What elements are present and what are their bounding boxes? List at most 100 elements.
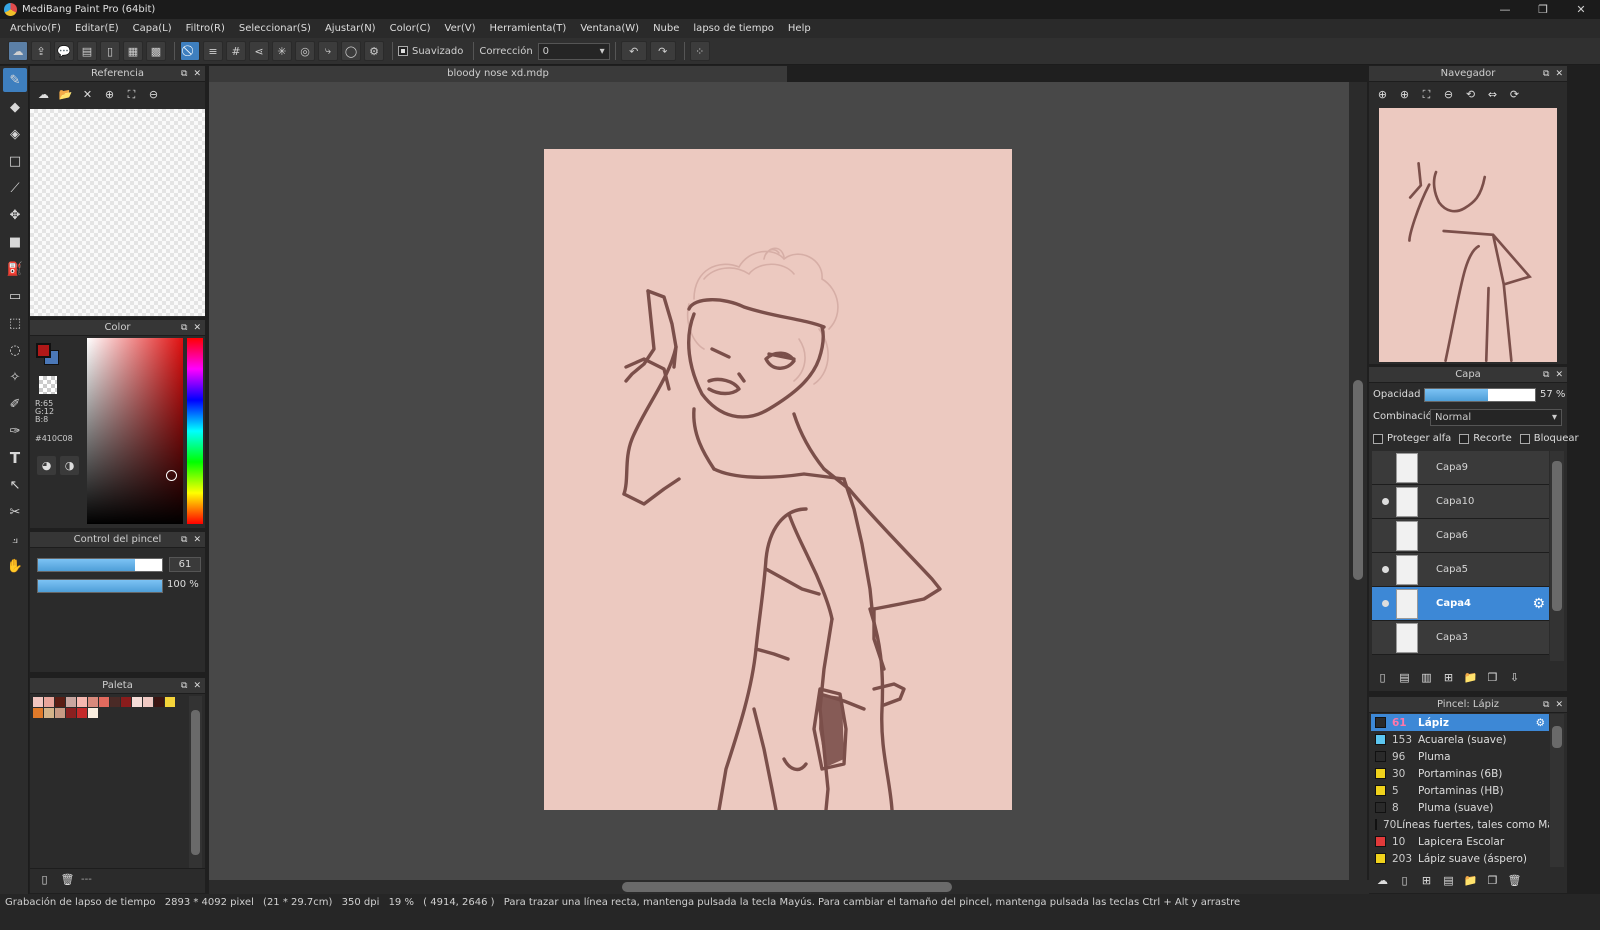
- palette-swatch[interactable]: [143, 697, 153, 707]
- magic-wand-tool-icon[interactable]: ✧: [3, 365, 27, 389]
- saturation-value-picker[interactable]: [87, 338, 183, 524]
- add-brush-menu-icon[interactable]: ⊞: [1417, 871, 1436, 890]
- delete-brush-icon[interactable]: 🗑: [1505, 871, 1524, 890]
- menu-herramienta[interactable]: Herramienta(T): [482, 23, 573, 34]
- brush-row[interactable]: 153 Acuarela (suave): [1371, 731, 1549, 748]
- folder-open-icon[interactable]: 📂: [56, 85, 75, 104]
- cloud-brush-icon[interactable]: ☁: [1373, 871, 1392, 890]
- canvas-vertical-scrollbar[interactable]: [1349, 82, 1367, 880]
- menu-color[interactable]: Color(C): [383, 23, 438, 34]
- palette-swatch[interactable]: [132, 697, 142, 707]
- horizontal-scroll-thumb[interactable]: [622, 882, 952, 892]
- undock-icon[interactable]: ⧉: [1543, 700, 1549, 710]
- close-panel-icon[interactable]: ✕: [1555, 370, 1563, 380]
- palette-swatch[interactable]: [77, 697, 87, 707]
- palette-scrollbar[interactable]: [189, 696, 202, 868]
- maximize-button[interactable]: ❐: [1524, 0, 1562, 19]
- text-tool-icon[interactable]: T: [3, 446, 27, 470]
- menu-help[interactable]: Help: [781, 23, 818, 34]
- layer-row[interactable]: Capa6: [1372, 519, 1549, 553]
- brush-row[interactable]: 203 Lápiz suave (áspero): [1371, 850, 1549, 867]
- undock-icon[interactable]: ⧉: [181, 535, 187, 545]
- bucket-tool-icon[interactable]: ⛽: [3, 257, 27, 281]
- frame-icon[interactable]: ▦: [123, 41, 143, 61]
- undock-icon[interactable]: ⧉: [1543, 69, 1549, 79]
- close-icon[interactable]: ✕: [78, 85, 97, 104]
- brush-tool-icon[interactable]: ✎: [3, 68, 27, 92]
- palette-swatch[interactable]: [55, 708, 65, 718]
- layer-row[interactable]: Capa3: [1372, 621, 1549, 655]
- cross-snap-icon[interactable]: #: [226, 41, 246, 61]
- palette-swatch[interactable]: [99, 697, 109, 707]
- flip-icon[interactable]: ⇔: [1483, 85, 1502, 104]
- hand-tool-icon[interactable]: ✋: [3, 554, 27, 578]
- visibility-toggle[interactable]: [1378, 563, 1392, 577]
- cloud-upload-icon[interactable]: ☁: [34, 85, 53, 104]
- undo-icon[interactable]: ↶: [620, 41, 647, 61]
- eraser-tool-icon[interactable]: ◆: [3, 95, 27, 119]
- visibility-toggle[interactable]: [1378, 631, 1392, 645]
- fit-icon[interactable]: ⛶: [1417, 85, 1436, 104]
- grid-toggle-icon[interactable]: ▩: [146, 41, 166, 61]
- ellipse-snap-icon[interactable]: ◯: [341, 41, 361, 61]
- zoom-in-icon[interactable]: ⊕: [1395, 85, 1414, 104]
- brush-row[interactable]: 8 Pluma (suave): [1371, 799, 1549, 816]
- layer-scrollbar[interactable]: [1550, 451, 1564, 661]
- vertical-scroll-thumb[interactable]: [1353, 380, 1363, 580]
- artboard[interactable]: [544, 149, 1012, 812]
- blur-tool-icon[interactable]: ◈: [3, 122, 27, 146]
- menu-nube[interactable]: Nube: [646, 23, 686, 34]
- palette-swatch[interactable]: [88, 697, 98, 707]
- brush-row[interactable]: 5 Portaminas (HB): [1371, 782, 1549, 799]
- snap-settings-icon[interactable]: ⚙: [364, 41, 384, 61]
- rotate-left-icon[interactable]: ⟲: [1461, 85, 1480, 104]
- snap-off-icon[interactable]: ⃠: [180, 41, 200, 61]
- protect-alpha-checkbox[interactable]: [1373, 433, 1383, 444]
- undock-icon[interactable]: ⧉: [181, 681, 187, 691]
- foreground-color-swatch[interactable]: [36, 343, 51, 358]
- transparent-color-swatch[interactable]: [39, 376, 57, 394]
- brush-row[interactable]: 61 Lápiz ⚙: [1371, 714, 1549, 731]
- palette-swatch[interactable]: [44, 708, 54, 718]
- select-tool-icon[interactable]: ⬚: [3, 311, 27, 335]
- palette-swatch[interactable]: [154, 697, 164, 707]
- zoom-out-icon[interactable]: ⊖: [1439, 85, 1458, 104]
- visibility-toggle[interactable]: [1378, 529, 1392, 543]
- brush-folder-icon[interactable]: 📁: [1461, 871, 1480, 890]
- correction-select[interactable]: 0 ▾: [537, 42, 610, 60]
- layer-settings-gear-icon[interactable]: ⚙: [1532, 596, 1545, 612]
- close-panel-icon[interactable]: ✕: [1555, 69, 1563, 79]
- palette-swatch[interactable]: [66, 697, 76, 707]
- circle-snap-icon[interactable]: ◎: [295, 41, 315, 61]
- new-brush-icon[interactable]: ▯: [1395, 871, 1414, 890]
- menu-archivo[interactable]: Archivo(F): [3, 23, 68, 34]
- deselect-icon[interactable]: ⁘: [689, 41, 710, 61]
- canvas-area[interactable]: [209, 82, 1349, 880]
- menu-filtro[interactable]: Filtro(R): [179, 23, 232, 34]
- select-eraser-tool-icon[interactable]: ✑: [3, 419, 27, 443]
- layer-panel-icon[interactable]: ▤: [77, 41, 97, 61]
- menu-ventana[interactable]: Ventana(W): [573, 23, 646, 34]
- document-icon[interactable]: ▯: [100, 41, 120, 61]
- redo-icon[interactable]: ↷: [649, 41, 676, 61]
- parallel-snap-icon[interactable]: ≡: [203, 41, 223, 61]
- navigator-preview[interactable]: [1379, 108, 1557, 362]
- layer-row[interactable]: Capa5: [1372, 553, 1549, 587]
- undock-icon[interactable]: ⧉: [1543, 370, 1549, 380]
- layer-row[interactable]: Capa10: [1372, 485, 1549, 519]
- brush-scrollbar[interactable]: [1550, 714, 1564, 867]
- menu-editar[interactable]: Editar(E): [68, 23, 126, 34]
- close-window-button[interactable]: ✕: [1562, 0, 1600, 19]
- close-panel-icon[interactable]: ✕: [193, 535, 201, 545]
- comment-icon[interactable]: 💬: [54, 41, 74, 61]
- palette-swatch[interactable]: [55, 697, 65, 707]
- divide-tool-icon[interactable]: ✂: [3, 500, 27, 524]
- merge-layer-icon[interactable]: ⇩: [1505, 668, 1524, 687]
- close-panel-icon[interactable]: ✕: [193, 681, 201, 691]
- vanishing-snap-icon[interactable]: ⋖: [249, 41, 269, 61]
- palette-swatch[interactable]: [66, 708, 76, 718]
- menu-lapso[interactable]: lapso de tiempo: [686, 23, 781, 34]
- menu-seleccionar[interactable]: Seleccionar(S): [232, 23, 318, 34]
- new-folder-icon[interactable]: 📁: [1461, 668, 1480, 687]
- brush-opacity-slider[interactable]: [37, 579, 163, 593]
